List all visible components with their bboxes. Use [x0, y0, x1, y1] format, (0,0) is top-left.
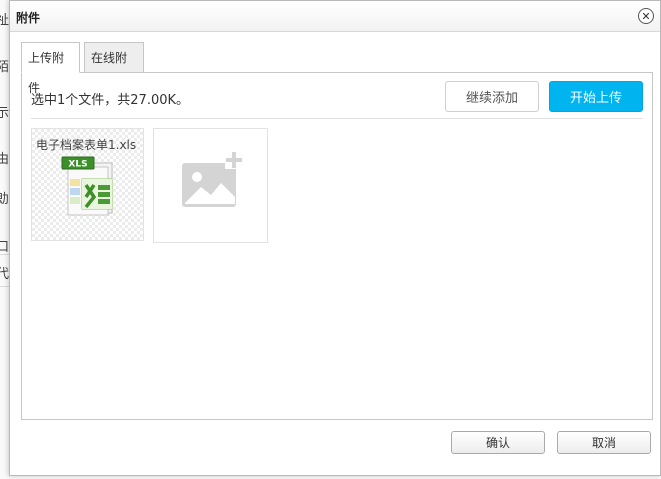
xls-badge: XLS [68, 160, 87, 170]
cancel-button[interactable]: 取消 [557, 431, 651, 454]
background-text: 陌 [0, 60, 9, 75]
dialog-titlebar[interactable]: 附件 ✕ [10, 1, 660, 32]
upload-panel: 选中1个文件，共27.00K。 继续添加 开始上传 电子档案表单1.xls XL… [21, 72, 653, 420]
background-text: 勆 [0, 192, 9, 207]
background-text: 由 [0, 152, 9, 167]
excel-xls-icon: XLS [61, 156, 113, 216]
file-thumbnail[interactable]: 电子档案表单1.xls XLS [31, 128, 144, 241]
background-text: 代 [0, 267, 9, 282]
continue-add-button[interactable]: 继续添加 [445, 81, 539, 112]
dialog-title: 附件 [16, 11, 41, 25]
add-image-icon [182, 151, 243, 207]
tab-online-attachment[interactable]: 在线附件 [84, 42, 144, 95]
confirm-button[interactable]: 确认 [451, 431, 545, 454]
add-file-slot[interactable] [153, 128, 268, 243]
tab-upload-attachment[interactable]: 上传附件 [21, 42, 80, 95]
toolbar-divider [31, 118, 643, 119]
file-name: 电子档案表单1.xls [36, 138, 137, 152]
background-text: 祉 [0, 13, 9, 28]
background-text: 口 [0, 240, 9, 255]
close-icon: ✕ [641, 9, 651, 23]
start-upload-button[interactable]: 开始上传 [549, 81, 643, 112]
close-button[interactable]: ✕ [638, 8, 654, 24]
background-text: 示 [0, 106, 9, 121]
selection-status: 选中1个文件，共27.00K。 [31, 93, 190, 108]
attachment-dialog: 附件 ✕ 上传附件 在线附件 选中1个文件，共27.00K。 继续添加 开始上传… [9, 0, 661, 476]
